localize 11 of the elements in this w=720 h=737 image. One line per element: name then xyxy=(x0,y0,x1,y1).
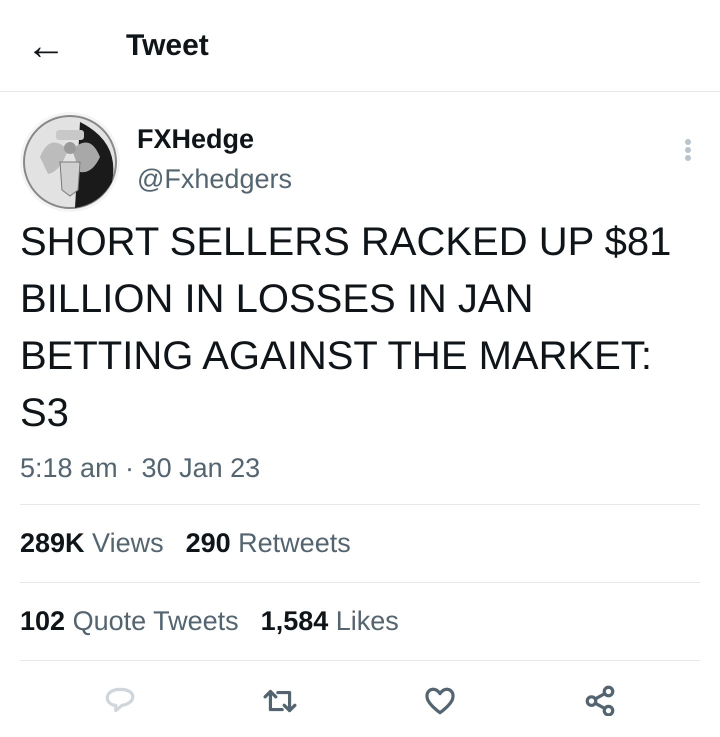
back-arrow[interactable]: ← xyxy=(26,26,66,66)
tweet-timestamp: 5:18 am · 30 Jan 23 xyxy=(20,452,262,485)
stat-link[interactable]: 102 Quote Tweets xyxy=(20,601,239,642)
stat-link[interactable]: 1,584 Likes xyxy=(260,601,399,642)
tweet-text: SHORT SELLERS RACKED UP $81 BILLION IN LOSSES IN JAN BETTING AGAINST THE MARKET: S3 xyxy=(20,219,672,437)
share-icon[interactable] xyxy=(583,684,617,716)
page-title: Tweet xyxy=(126,28,209,64)
user-handle: @Fxhedgers xyxy=(137,163,293,196)
stat-link[interactable]: 290 Retweets xyxy=(186,523,351,564)
display-name: FXHedge xyxy=(137,123,256,156)
stat-link[interactable]: 289K Views xyxy=(20,523,164,564)
